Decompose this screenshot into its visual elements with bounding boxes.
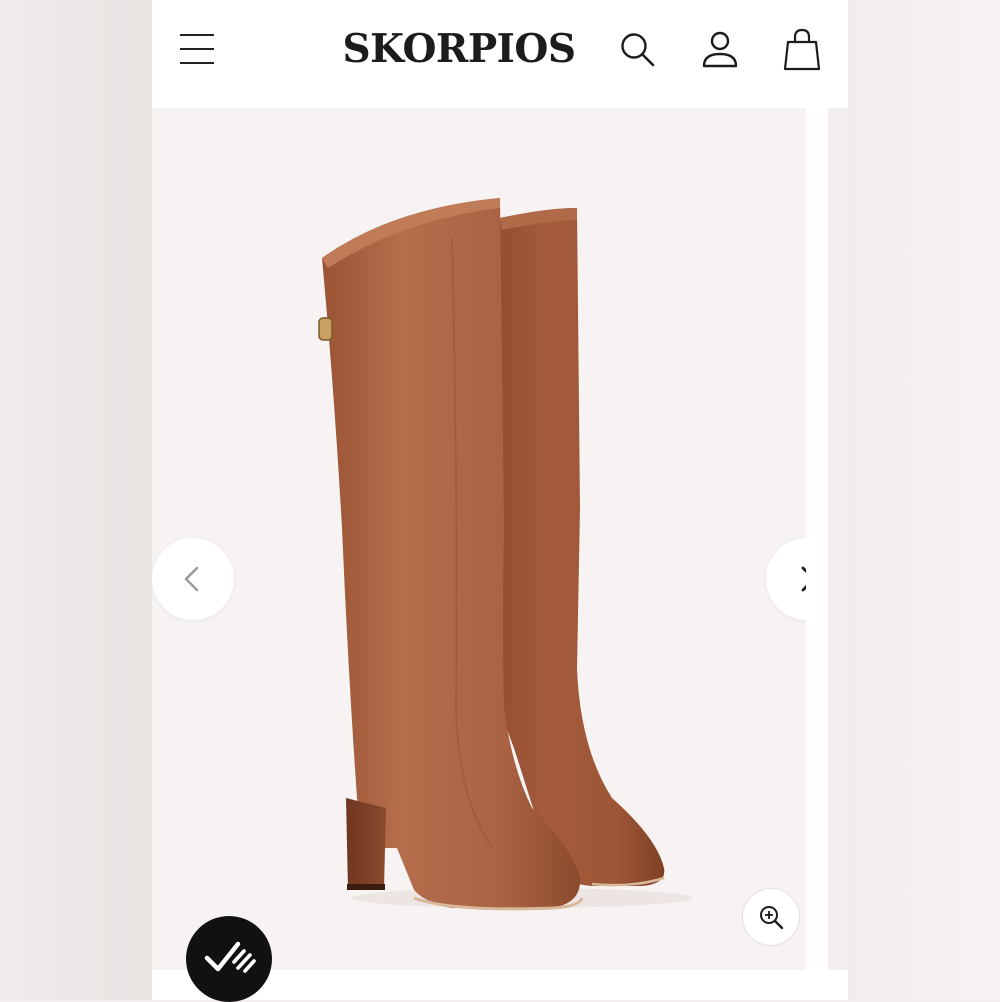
- left-background: [0, 0, 152, 1000]
- account-icon[interactable]: [698, 28, 742, 72]
- previous-image-button[interactable]: [152, 538, 234, 620]
- mobile-page: SKORPIOS: [152, 0, 848, 1000]
- zoom-in-icon: [760, 906, 784, 930]
- product-image-boots: [318, 198, 692, 911]
- gallery-divider: [806, 108, 828, 970]
- checkmark-badge[interactable]: [186, 916, 272, 1002]
- brand-logo[interactable]: SKORPIOS: [332, 24, 586, 74]
- right-background: [848, 0, 1000, 1000]
- zoom-button[interactable]: [742, 888, 800, 946]
- search-icon[interactable]: [616, 28, 660, 72]
- next-image-peek: [828, 108, 848, 970]
- chevron-left-icon: [184, 566, 199, 592]
- chevron-right-icon: [801, 566, 806, 592]
- checkmark-badge-icon: [204, 941, 256, 973]
- product-image-gallery[interactable]: [152, 108, 806, 970]
- shopping-bag-icon[interactable]: [780, 28, 824, 72]
- menu-icon[interactable]: [180, 32, 216, 66]
- site-header: SKORPIOS: [152, 0, 848, 108]
